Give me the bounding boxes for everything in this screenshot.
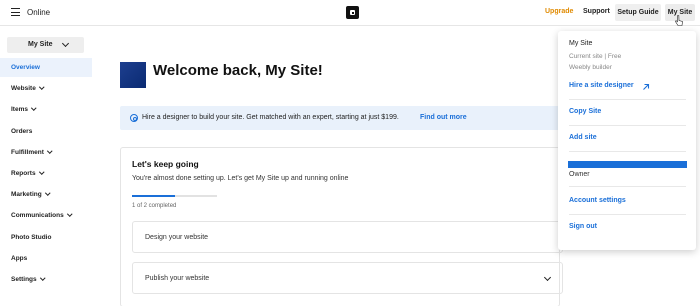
square-logo-icon[interactable] [346, 6, 359, 19]
sidebar-item-reports[interactable]: Reports [0, 164, 92, 183]
upgrade-link[interactable]: Upgrade [545, 8, 573, 15]
card-title: Let's keep going [132, 159, 199, 169]
chevron-down-icon [39, 275, 45, 281]
sidebar-item-website[interactable]: Website [0, 79, 92, 98]
task-publish-website[interactable]: Publish your website [132, 262, 563, 294]
sidebar-item-label: Website [11, 85, 36, 93]
sidebar-item-label: Marketing [11, 191, 42, 199]
divider [569, 125, 686, 126]
progress-fill [132, 195, 175, 197]
chevron-down-icon [44, 190, 50, 196]
hire-designer-link[interactable]: Hire a site designer [569, 82, 634, 89]
chevron-down-icon [61, 39, 70, 48]
setup-guide-button[interactable]: Setup Guide [615, 4, 661, 21]
task-label: Design your website [145, 234, 209, 241]
external-arrow-icon [643, 83, 650, 90]
sidebar-item-label: Items [11, 106, 28, 114]
add-site-link[interactable]: Add site [569, 134, 597, 141]
chevron-down-icon [39, 84, 45, 90]
sidebar-item-label: Settings [11, 276, 37, 283]
top-bar: Online Upgrade Support Setup Guide My Si… [0, 0, 700, 26]
sidebar-item-orders[interactable]: Orders [0, 122, 92, 141]
progress-bar [132, 195, 217, 197]
find-out-more-link[interactable]: Find out more [420, 114, 467, 121]
site-status: Current site | Free [569, 53, 622, 60]
account-settings-link[interactable]: Account settings [569, 197, 626, 204]
sidebar-item-overview[interactable]: Overview [0, 58, 92, 77]
sidebar-item-communications[interactable]: Communications [0, 206, 92, 225]
mouse-pointer-icon [675, 15, 683, 26]
site-selector-label: My Site [28, 41, 53, 48]
sidebar: My Site Overview Website Items Orders Fulfil… [0, 26, 96, 306]
divider [569, 214, 686, 215]
sidebar-item-label: Photo Studio [11, 233, 52, 241]
sidebar-item-items[interactable]: Items [0, 100, 92, 119]
menu-icon[interactable] [11, 8, 20, 17]
support-link[interactable]: Support [583, 8, 610, 15]
chevron-down-icon[interactable] [543, 273, 552, 282]
designer-banner: Hire a designer to build your site. Get … [120, 106, 560, 130]
account-email-highlight [568, 161, 687, 168]
task-label: Publish your website [145, 275, 210, 282]
sidebar-item-label: Fulfillment [11, 148, 44, 156]
site-builder: Weebly builder [569, 64, 612, 71]
task-design-website[interactable]: Design your website [132, 221, 563, 253]
sidebar-item-photo-studio[interactable]: Photo Studio [0, 228, 92, 247]
page-title: Welcome back, My Site! [153, 62, 323, 79]
sidebar-item-label: Orders [11, 127, 33, 135]
site-thumbnail [120, 62, 146, 88]
sidebar-item-label: Apps [11, 254, 28, 262]
sidebar-item-label: Communications [11, 212, 64, 220]
sidebar-item-marketing[interactable]: Marketing [0, 185, 92, 204]
divider [569, 186, 686, 187]
chevron-down-icon [31, 105, 37, 111]
card-subtitle: You're almost done setting up. Let's get… [132, 175, 349, 182]
sidebar-item-apps[interactable]: Apps [0, 249, 92, 268]
divider [569, 151, 686, 152]
chevron-down-icon [67, 211, 72, 217]
my-site-dropdown: My Site Current site | Free Weebly build… [558, 31, 696, 250]
site-selector[interactable]: My Site [7, 37, 84, 53]
app-name: Online [27, 8, 51, 17]
dropdown-site-name: My Site [569, 40, 593, 47]
divider [569, 99, 686, 100]
account-role: Owner [569, 171, 590, 178]
sign-out-link[interactable]: Sign out [569, 223, 597, 230]
chevron-down-icon [47, 148, 53, 154]
copy-site-link[interactable]: Copy Site [569, 108, 601, 115]
sidebar-item-fulfillment[interactable]: Fulfillment [0, 143, 92, 162]
sidebar-item-settings[interactable]: Settings [0, 270, 92, 289]
chevron-down-icon [38, 169, 44, 175]
target-icon [130, 114, 138, 122]
setup-card: Let's keep going You're almost done sett… [120, 147, 563, 306]
progress-label: 1 of 2 completed [132, 203, 177, 209]
sidebar-item-label: Overview [11, 64, 40, 71]
sidebar-item-label: Reports [11, 170, 36, 177]
banner-text: Hire a designer to build your site. Get … [142, 114, 399, 121]
